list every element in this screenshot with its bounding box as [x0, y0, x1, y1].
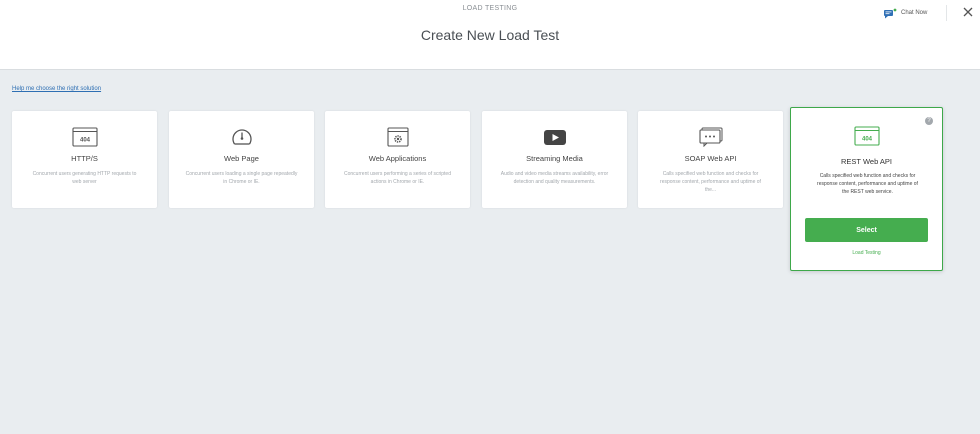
chat-now-label: Chat Now: [901, 10, 928, 16]
chat-bubble-icon: [884, 8, 897, 18]
card-web-page[interactable]: Web Page Concurrent users loading a sing…: [169, 111, 314, 208]
card-soap-web-api[interactable]: SOAP Web API Calls specified web functio…: [638, 111, 783, 208]
card-web-applications[interactable]: Web Applications Concurrent users perfor…: [325, 111, 470, 208]
speedometer-icon: [232, 129, 252, 145]
http-404-icon: 404: [72, 127, 98, 147]
card-description: Concurrent users performing a series of …: [344, 171, 451, 185]
chat-now-button[interactable]: Chat Now: [884, 6, 927, 20]
close-button[interactable]: [961, 5, 975, 19]
card-rest-web-api[interactable]: ? 404 REST Web API Calls specified web f…: [790, 107, 943, 271]
card-title: HTTP/S: [71, 154, 98, 163]
close-icon: [963, 7, 973, 17]
load-testing-label: Load Testing: [852, 250, 881, 256]
page-eyebrow: LOAD TESTING: [462, 5, 518, 12]
card-description: Calls specified web function and checks …: [817, 173, 918, 195]
select-button[interactable]: Select: [805, 218, 928, 242]
card-description: Calls specified web function and checks …: [660, 171, 761, 193]
card-streaming-media[interactable]: Streaming Media Audio and video media st…: [482, 111, 627, 208]
help-choose-link[interactable]: Help me choose the right solution: [12, 86, 101, 92]
soap-api-icon: [699, 127, 723, 147]
card-title: SOAP Web API: [684, 154, 737, 163]
card-description: Concurrent users loading a single page r…: [185, 171, 298, 185]
card-title: Streaming Media: [526, 154, 583, 163]
card-title: Web Page: [224, 154, 259, 163]
card-description: Concurrent users generating HTTP request…: [32, 171, 137, 185]
header-divider: [946, 5, 947, 21]
web-app-gear-icon: [387, 127, 409, 147]
svg-text:404: 404: [80, 138, 91, 144]
card-https[interactable]: 404 HTTP/S Concurrent users generating H…: [12, 111, 157, 208]
svg-text:404: 404: [862, 137, 873, 143]
card-title: REST Web API: [841, 157, 892, 166]
play-video-icon: [544, 130, 566, 145]
card-description: Audio and video media streams availabili…: [500, 171, 609, 185]
page-title: Create New Load Test: [420, 27, 560, 43]
rest-api-404-icon: 404: [854, 126, 880, 146]
card-title: Web Applications: [368, 154, 427, 163]
header: LOAD TESTING Create New Load Test Chat N…: [0, 0, 980, 70]
help-question-icon[interactable]: ?: [925, 117, 933, 125]
